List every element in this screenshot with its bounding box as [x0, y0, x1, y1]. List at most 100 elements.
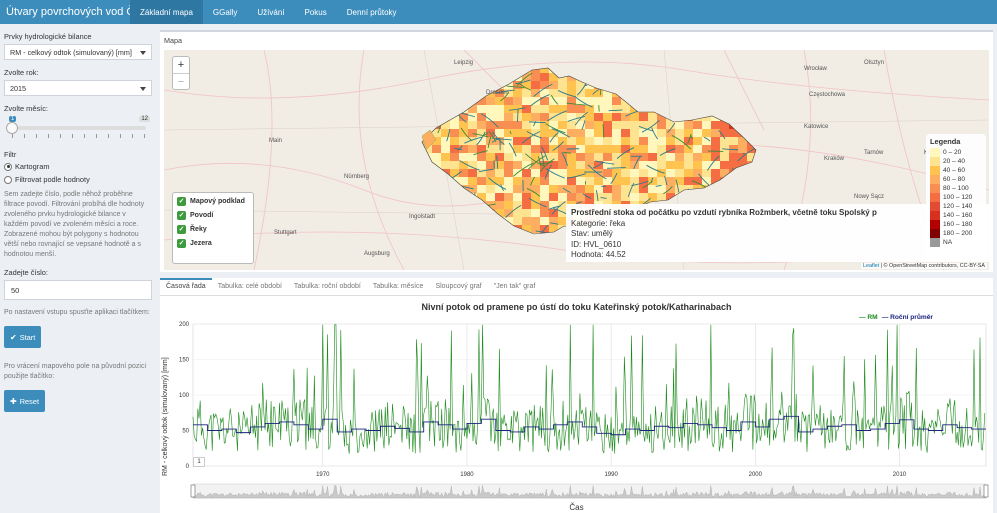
river-line [682, 98, 700, 108]
catchment-polygon [675, 161, 685, 170]
river-line [425, 232, 428, 234]
catchment-polygon [459, 81, 469, 90]
nav-tab-zakladni-mapa[interactable]: Základní mapa [130, 0, 203, 24]
layer-mapovy-podklad[interactable]: ✓ Mapový podklad [177, 197, 249, 206]
catchment-polygon [477, 225, 487, 234]
catchment-polygon [711, 153, 721, 162]
catchment-polygon [513, 129, 523, 138]
y-tick-label: 50 [182, 429, 189, 435]
catchment-polygon [603, 81, 613, 90]
start-button[interactable]: ✔ Start [4, 326, 42, 348]
cislo-input[interactable]: 50 [4, 280, 152, 300]
catchment-polygon [693, 193, 703, 202]
legend-swatch [930, 148, 940, 157]
catchment-polygon [603, 145, 613, 154]
river-line [611, 88, 622, 92]
range-handle-left[interactable] [190, 484, 196, 498]
catchment-polygon [603, 68, 613, 74]
catchment-polygon [747, 153, 756, 162]
zoom-in-button[interactable]: + [173, 57, 189, 73]
x-tick-label: 1980 [460, 472, 474, 478]
leaflet-link[interactable]: Leaflet [863, 263, 879, 269]
catchment-polygon [468, 161, 478, 170]
app-title[interactable]: Útvary povrchových vod ČR [0, 0, 142, 24]
catchment-polygon [549, 153, 559, 162]
checkbox-checked-icon[interactable]: ✓ [177, 225, 186, 234]
checkbox-checked-icon[interactable]: ✓ [177, 211, 186, 220]
catchment-polygon [612, 153, 622, 162]
catchment-polygon [468, 105, 478, 114]
filtr-label: Filtr [4, 150, 17, 159]
legend-swatch [930, 211, 940, 220]
river-line [408, 146, 416, 153]
catchment-polygon [441, 169, 451, 178]
prvky-select[interactable]: RM - celkový odtok (simulovaný) [mm] [4, 44, 152, 60]
catchment-polygon [423, 185, 433, 194]
catchment-polygon [711, 81, 721, 90]
radio-kartogram[interactable]: Kartogram [4, 162, 152, 171]
nav-tab-pokus[interactable]: Pokus [295, 0, 337, 24]
catchment-polygon [747, 121, 756, 130]
radio-button-on[interactable] [4, 162, 12, 171]
mesic-slider[interactable]: 1 12 [4, 116, 152, 146]
time-series-chart[interactable]: 0 50 100 150 200 1970 1980 1990 2000 2010 [160, 278, 993, 513]
slider-handle[interactable] [6, 122, 18, 134]
catchment-polygon [648, 145, 658, 154]
catchment-polygon [576, 68, 586, 74]
catchment-polygon [423, 161, 433, 170]
catchment-polygon [729, 105, 739, 114]
checkbox-checked-icon[interactable]: ✓ [177, 239, 186, 248]
catchment-polygon [738, 137, 748, 146]
checkbox-checked-icon[interactable]: ✓ [177, 197, 186, 206]
catchment-polygon [621, 121, 631, 130]
catchment-polygon [531, 113, 541, 122]
catchment-polygon [504, 177, 514, 186]
leaflet-map[interactable]: Leipzig Dresden Wrocław Katowice Kraków Main N… [164, 50, 989, 270]
catchment-polygon [720, 193, 730, 202]
catchment-polygon [630, 97, 640, 106]
nav-tab-ggally[interactable]: GGally [203, 0, 247, 24]
slider-tick [72, 134, 73, 138]
slider-track[interactable] [8, 126, 146, 130]
catchment-polygon [558, 137, 568, 146]
rok-select[interactable]: 2015 [4, 80, 152, 96]
catchment-polygon [531, 185, 541, 194]
catchment-polygon [450, 89, 460, 98]
catchment-polygon [630, 161, 640, 170]
x-tick-label: 2010 [893, 472, 907, 478]
radio-button-off[interactable] [4, 175, 12, 184]
start-button-label: Start [19, 332, 36, 342]
range-handle-right[interactable] [983, 484, 989, 498]
river-line [758, 93, 776, 103]
catchment-polygon [567, 68, 577, 74]
catchment-polygon [531, 81, 541, 90]
catchment-polygon [702, 145, 712, 154]
nav-tab-uzivani[interactable]: Užívání [247, 0, 294, 24]
layer-jezera[interactable]: ✓ Jezera [177, 239, 249, 248]
range-selector[interactable] [190, 483, 989, 499]
radio-filtrovat[interactable]: Filtrovat podle hodnoty [4, 175, 152, 184]
catchment-polygon [711, 137, 721, 146]
zoom-out-button[interactable]: − [173, 73, 189, 89]
city-label: Olsztyn [864, 60, 884, 66]
catchment-polygon [684, 105, 694, 114]
catchment-polygon [738, 105, 748, 114]
catchment-polygon [477, 217, 487, 226]
layer-reky[interactable]: ✓ Řeky [177, 225, 249, 234]
river-line [718, 98, 726, 103]
river-line [422, 183, 428, 192]
catchment-polygon [549, 145, 559, 154]
layer-povodi[interactable]: ✓ Povodí [177, 211, 249, 220]
catchment-polygon [702, 81, 712, 90]
reset-button[interactable]: ✚ Reset [4, 390, 46, 412]
catchment-polygon [477, 185, 487, 194]
catchment-polygon [684, 153, 694, 162]
catchment-polygon [504, 161, 514, 170]
catchment-polygon [576, 145, 586, 154]
catchment-polygon [612, 68, 622, 74]
catchment-polygon [612, 105, 622, 114]
nav-tab-denni-prutoky[interactable]: Denní průtoky [337, 0, 407, 24]
river-line [741, 179, 754, 195]
river-line [472, 224, 493, 228]
catchment-polygon [504, 145, 514, 154]
